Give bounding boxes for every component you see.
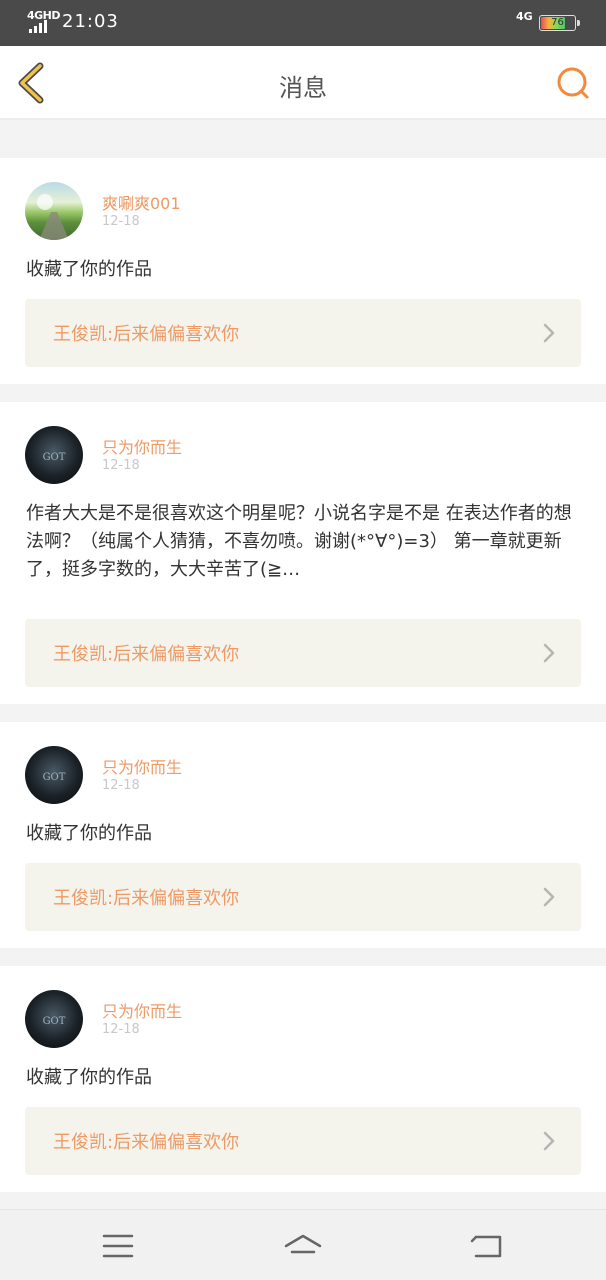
work-link[interactable]: 王俊凯:后来偏偏喜欢你 bbox=[25, 619, 581, 687]
work-title: 王俊凯:后来偏偏喜欢你 bbox=[53, 888, 240, 909]
header: 消息 bbox=[0, 46, 606, 120]
page-title: 消息 bbox=[279, 74, 327, 102]
home-icon bbox=[284, 1234, 322, 1254]
message-card: 爽唰爽001 12-18 收藏了你的作品 王俊凯:后来偏偏喜欢你 bbox=[0, 158, 606, 384]
username[interactable]: 只为你而生 bbox=[102, 754, 182, 778]
svg-text:GOT: GOT bbox=[43, 1016, 66, 1027]
avatar-image: GOT bbox=[43, 1016, 66, 1027]
clock: 21:03 bbox=[62, 11, 119, 32]
work-title: 王俊凯:后来偏偏喜欢你 bbox=[53, 644, 240, 665]
svg-text:GOT: GOT bbox=[43, 772, 66, 783]
chevron-right-icon bbox=[543, 887, 555, 907]
avatar[interactable] bbox=[25, 182, 83, 240]
avatar[interactable]: GOT bbox=[25, 990, 83, 1048]
back-icon bbox=[470, 1235, 502, 1258]
network-type-right: 4G bbox=[516, 10, 533, 23]
work-link[interactable]: 王俊凯:后来偏偏喜欢你 bbox=[25, 863, 581, 931]
message-card: GOT 只为你而生 12-18 收藏了你的作品 王俊凯:后来偏偏喜欢你 bbox=[0, 966, 606, 1192]
message-date: 12-18 bbox=[102, 214, 140, 229]
message-card: GOT 只为你而生 12-18 作者大大是不是很喜欢这个明星呢？小说名字是不是 … bbox=[0, 402, 606, 704]
username[interactable]: 只为你而生 bbox=[102, 998, 182, 1022]
avatar-image bbox=[37, 194, 69, 240]
search-icon bbox=[557, 67, 589, 99]
message-text: 收藏了你的作品 bbox=[26, 259, 152, 280]
message-card: GOT 只为你而生 12-18 收藏了你的作品 王俊凯:后来偏偏喜欢你 bbox=[0, 722, 606, 948]
status-bar: 4GHD 21:03 4G 76 bbox=[0, 0, 606, 46]
work-link[interactable]: 王俊凯:后来偏偏喜欢你 bbox=[25, 299, 581, 367]
home-button[interactable] bbox=[283, 1228, 323, 1264]
username[interactable]: 爽唰爽001 bbox=[102, 190, 181, 214]
menu-button[interactable] bbox=[98, 1228, 138, 1264]
avatar[interactable]: GOT bbox=[25, 746, 83, 804]
battery-level: 76 bbox=[551, 17, 564, 28]
username[interactable]: 只为你而生 bbox=[102, 434, 182, 458]
message-text: 收藏了你的作品 bbox=[26, 823, 152, 844]
avatar-image: GOT bbox=[43, 772, 66, 783]
message-date: 12-18 bbox=[102, 778, 140, 793]
chevron-right-icon bbox=[543, 1131, 555, 1151]
back-nav-button[interactable] bbox=[468, 1228, 508, 1264]
system-nav-bar bbox=[0, 1209, 606, 1280]
message-date: 12-18 bbox=[102, 1022, 140, 1037]
battery-icon: 76 bbox=[539, 15, 576, 31]
message-text: 收藏了你的作品 bbox=[26, 1067, 152, 1088]
chevron-right-icon bbox=[543, 643, 555, 663]
avatar[interactable]: GOT bbox=[25, 426, 83, 484]
chevron-right-icon bbox=[543, 323, 555, 343]
svg-text:GOT: GOT bbox=[43, 452, 66, 463]
message-date: 12-18 bbox=[102, 458, 140, 473]
search-button[interactable] bbox=[554, 64, 592, 102]
work-link[interactable]: 王俊凯:后来偏偏喜欢你 bbox=[25, 1107, 581, 1175]
work-title: 王俊凯:后来偏偏喜欢你 bbox=[53, 1132, 240, 1153]
work-title: 王俊凯:后来偏偏喜欢你 bbox=[53, 324, 240, 345]
avatar-image: GOT bbox=[43, 452, 66, 463]
message-text: 作者大大是不是很喜欢这个明星呢？小说名字是不是 在表达作者的想法啊？（纯属个人猜… bbox=[26, 503, 572, 580]
menu-icon bbox=[102, 1234, 134, 1258]
battery-tip bbox=[577, 20, 580, 26]
